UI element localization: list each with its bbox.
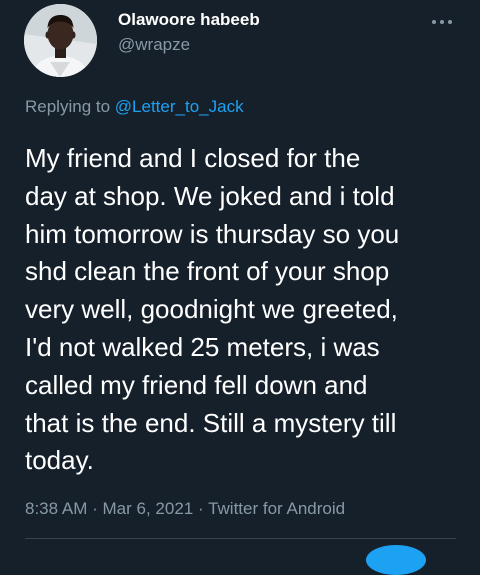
replying-to-mention-link[interactable]: @Letter_to_Jack — [115, 97, 244, 116]
more-horizontal-icon — [432, 20, 452, 24]
tweet-text-line: today. — [25, 445, 94, 476]
tweet-source-link[interactable]: Twitter for Android — [208, 499, 345, 518]
author-handle[interactable]: @wrapze — [118, 35, 190, 55]
user-photo-icon — [24, 4, 97, 77]
tweet-text-line: I'd not walked 25 meters, i was — [25, 331, 380, 362]
meta-separator: · — [92, 499, 98, 518]
tweet-time-link[interactable]: 8:38 AM — [25, 499, 87, 518]
tweet-text: My friend and I closed for the day at sh… — [25, 140, 465, 480]
tweet-text-line: that is the end. Still a mystery till — [25, 407, 397, 438]
avatar[interactable] — [24, 4, 97, 77]
tweet-text-line: My friend and I closed for the — [25, 143, 361, 173]
tweet-text-line: called my friend fell down and — [25, 369, 368, 400]
divider — [25, 538, 456, 539]
tweet-text-line: him tomorrow is thursday so you — [25, 218, 400, 249]
tweet-text-line: very well, goodnight we greeted, — [25, 294, 398, 325]
replying-to-prefix: Replying to — [25, 97, 111, 116]
tweet-text-line: day at shop. We joked and i told — [25, 180, 395, 211]
replying-to-line: Replying to @Letter_to_Jack — [25, 97, 244, 117]
tweet-date-link[interactable]: Mar 6, 2021 — [103, 499, 194, 518]
tweet-meta: 8:38 AM · Mar 6, 2021 · Twitter for Andr… — [25, 499, 345, 519]
more-options-button[interactable] — [428, 12, 456, 32]
compose-fab-partial[interactable] — [366, 545, 426, 575]
tweet-text-line: shd clean the front of your shop — [25, 256, 390, 287]
author-display-name[interactable]: Olawoore habeeb — [118, 10, 260, 30]
meta-separator: · — [197, 499, 204, 518]
